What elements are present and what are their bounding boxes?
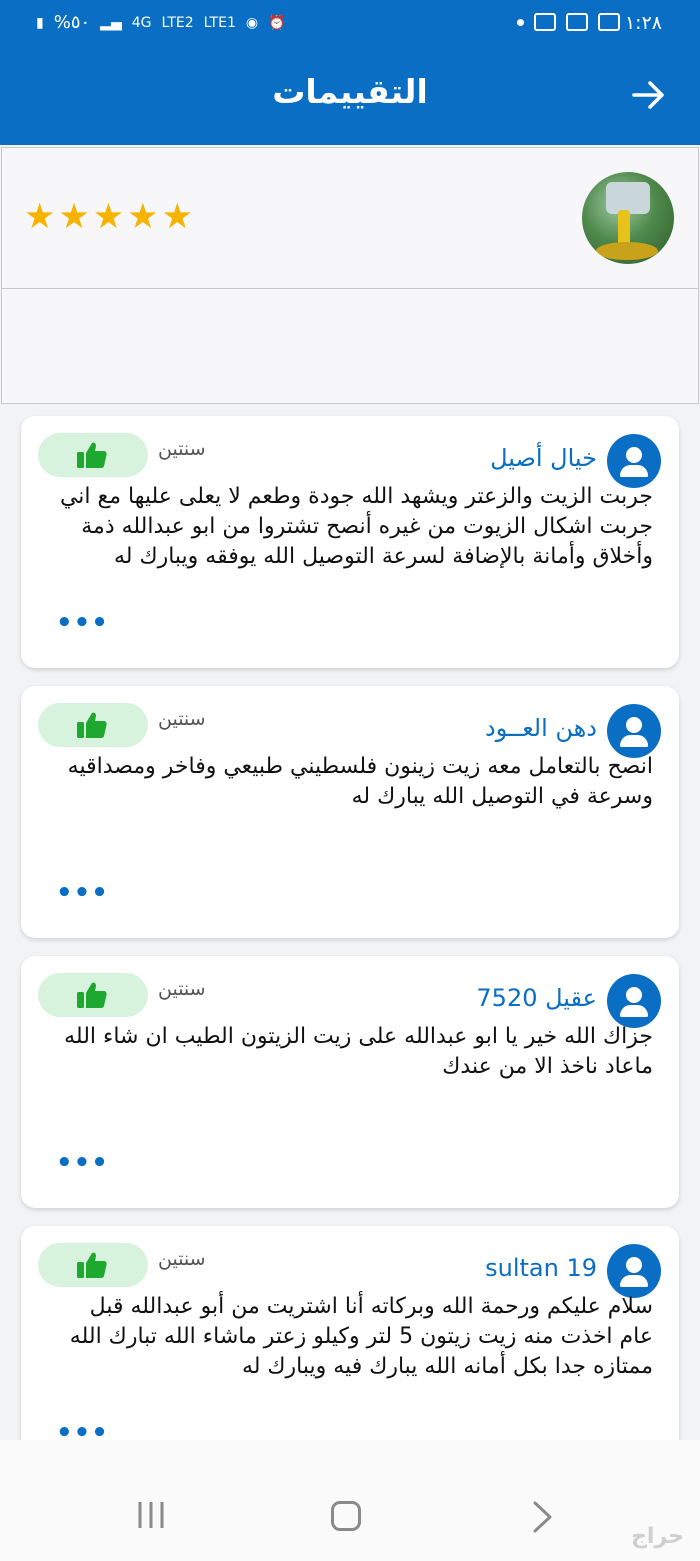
user-avatar-icon xyxy=(607,704,661,758)
reviewer-name[interactable]: sultan 19 xyxy=(485,1254,597,1282)
more-options-icon[interactable]: ••• xyxy=(56,878,109,908)
review-card: دهن العــود سنتين انصح بالتعامل معه زيت … xyxy=(21,686,679,938)
status-time: ١:٢٨ xyxy=(624,12,662,34)
reviewer-name[interactable]: عقيل 7520 xyxy=(476,984,597,1012)
divider xyxy=(2,288,698,289)
network-label: 4G xyxy=(131,14,152,31)
gallery-icon xyxy=(598,13,620,31)
review-text: جزاك الله خير يا ابو عبدالله على زيت الز… xyxy=(64,1024,653,1079)
user-avatar-icon xyxy=(607,1244,661,1298)
like-button[interactable] xyxy=(38,433,148,477)
like-button[interactable] xyxy=(38,973,148,1017)
status-left-icons: ▮ %٥٠ ▂▄ 4G LTE2 LTE1 ◉ ⏰ xyxy=(36,12,286,33)
review-text: جربت الزيت والزعتر ويشهد الله جودة وطعم … xyxy=(59,484,653,569)
app-bar: التقييمات xyxy=(0,50,700,145)
like-button[interactable] xyxy=(38,1243,148,1287)
app-icon xyxy=(566,13,588,31)
review-text: انصح بالتعامل معه زيت زينون فلسطيني طبيع… xyxy=(67,754,653,809)
page-title: التقييمات xyxy=(272,72,428,111)
status-right-icons xyxy=(517,13,620,31)
review-time: سنتين xyxy=(158,438,206,460)
review-card: sultan 19 سنتين سلام عليكم ورحمة الله وب… xyxy=(21,1226,679,1440)
battery-icon: ▮ xyxy=(36,14,44,31)
notification-dot-icon xyxy=(517,18,524,26)
review-time: سنتين xyxy=(158,978,206,1000)
thumbs-up-icon xyxy=(77,712,107,738)
rating-summary: ★ ★ ★ ★ ★ xyxy=(1,147,699,404)
review-time: سنتين xyxy=(158,708,206,730)
thumbs-up-icon xyxy=(77,442,107,468)
alarm-icon: ⏰ xyxy=(268,14,286,31)
network-label: LTE2 xyxy=(161,14,194,31)
review-card: خيال أصيل سنتين جربت الزيت والزعتر ويشهد… xyxy=(21,416,679,668)
star-icon: ★ xyxy=(24,197,56,237)
star-rating: ★ ★ ★ ★ ★ xyxy=(24,200,193,235)
review-card: عقيل 7520 سنتين جزاك الله خير يا ابو عبد… xyxy=(21,956,679,1208)
watermark: حراج xyxy=(631,1524,684,1549)
back-icon[interactable] xyxy=(530,1500,554,1534)
reviewer-name[interactable]: دهن العــود xyxy=(485,714,597,742)
star-icon: ★ xyxy=(92,197,125,237)
more-options-icon[interactable]: ••• xyxy=(56,1418,109,1440)
hotspot-icon: ◉ xyxy=(245,14,259,31)
network-label: LTE1 xyxy=(203,14,236,31)
star-icon: ★ xyxy=(161,197,193,237)
signal-icon: ▂▄ xyxy=(100,14,122,31)
star-icon: ★ xyxy=(58,197,90,237)
reviewer-name[interactable]: خيال أصيل xyxy=(490,444,597,472)
more-options-icon[interactable]: ••• xyxy=(56,1148,109,1178)
thumbs-up-icon xyxy=(77,1252,107,1278)
battery-level: %٥٠ xyxy=(53,12,91,33)
more-options-icon[interactable]: ••• xyxy=(56,608,109,638)
status-bar: ▮ %٥٠ ▂▄ 4G LTE2 LTE1 ◉ ⏰ ١:٢٨ xyxy=(0,0,700,50)
youtube-icon xyxy=(534,13,556,31)
review-time: سنتين xyxy=(158,1248,206,1270)
thumbs-up-icon xyxy=(77,982,107,1008)
back-arrow-icon[interactable] xyxy=(632,80,666,110)
user-avatar-icon xyxy=(607,434,661,488)
recent-apps-icon[interactable] xyxy=(136,1500,166,1530)
user-avatar-icon xyxy=(607,974,661,1028)
product-image xyxy=(582,172,674,264)
review-text: سلام عليكم ورحمة الله وبركاته أنا اشتريت… xyxy=(69,1294,653,1379)
reviews-list[interactable]: خيال أصيل سنتين جربت الزيت والزعتر ويشهد… xyxy=(0,410,700,1440)
home-icon[interactable] xyxy=(331,1501,361,1531)
system-nav-bar xyxy=(0,1440,700,1561)
like-button[interactable] xyxy=(38,703,148,747)
star-icon: ★ xyxy=(127,197,159,237)
